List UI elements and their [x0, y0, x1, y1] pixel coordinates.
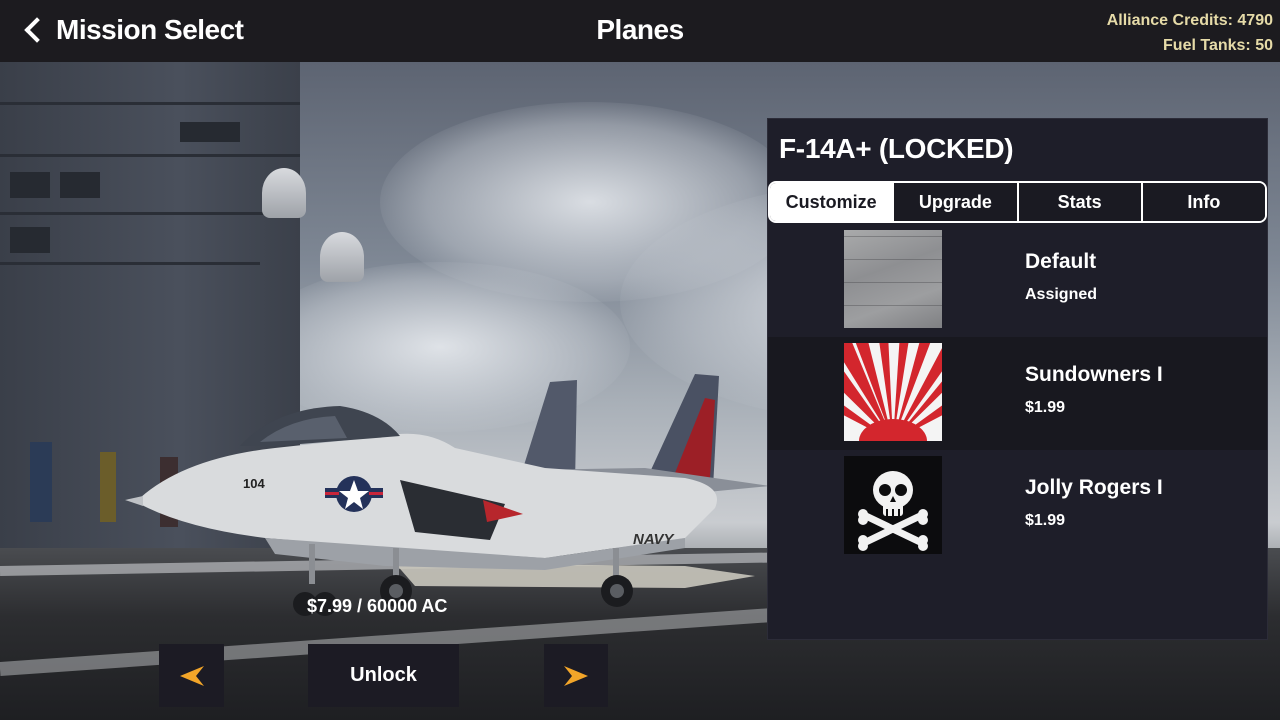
- tab-upgrade[interactable]: Upgrade: [894, 183, 1019, 221]
- skull-crossbones-icon: [844, 456, 942, 554]
- radome: [262, 168, 306, 218]
- skin-row-jolly-rogers[interactable]: Jolly Rogers I $1.99: [768, 450, 1267, 563]
- arrow-left-icon: [179, 665, 204, 686]
- plane-name-title: F-14A+ (LOCKED): [779, 133, 1014, 164]
- chevron-left-icon: [24, 17, 50, 43]
- fuel-tanks: Fuel Tanks: 50: [1163, 37, 1273, 54]
- skin-status: Assigned: [1025, 286, 1098, 303]
- skin-row-sundowners[interactable]: Sundowners I $1.99: [768, 337, 1267, 450]
- bare-metal-texture-icon: [844, 230, 942, 328]
- skin-price: $1.99: [1025, 399, 1066, 416]
- next-plane-button[interactable]: [544, 644, 608, 707]
- top-bar: Mission Select Planes Alliance Credits: …: [0, 0, 1280, 62]
- tab-info[interactable]: Info: [1142, 183, 1265, 221]
- f14-jet-illustration: 104 NAVY: [125, 374, 770, 616]
- currency-display: Alliance Credits: 4790 Fuel Tanks: 50: [1107, 8, 1273, 58]
- panel-tabs: Customize Upgrade Stats Info: [768, 181, 1267, 223]
- rising-sun-icon: [844, 343, 942, 441]
- unlock-button[interactable]: Unlock: [308, 644, 459, 707]
- skin-row-default[interactable]: Default Assigned: [768, 224, 1267, 337]
- plane-detail-panel: F-14A+ (LOCKED) Customize Upgrade Stats …: [767, 118, 1268, 640]
- plane-price: $7.99 / 60000 AC: [307, 596, 448, 616]
- previous-plane-button[interactable]: [159, 644, 224, 707]
- skin-name: Default: [1025, 250, 1097, 273]
- arrow-right-icon: [564, 665, 588, 686]
- back-button-label: Mission Select: [56, 14, 244, 45]
- skin-name: Sundowners I: [1025, 363, 1163, 386]
- tab-stats[interactable]: Stats: [1018, 183, 1143, 221]
- navy-marking: NAVY: [633, 531, 676, 548]
- back-to-mission-select-button[interactable]: Mission Select: [20, 10, 244, 50]
- skin-price: $1.99: [1025, 512, 1066, 529]
- alliance-credits: Alliance Credits: 4790: [1106, 12, 1273, 29]
- skull-crossbones-graphic: [844, 456, 942, 554]
- tail-number: 104: [243, 476, 265, 491]
- radome: [320, 232, 364, 282]
- tab-customize[interactable]: Customize: [770, 183, 895, 221]
- rising-sun-graphic: [844, 343, 942, 441]
- skin-name: Jolly Rogers I: [1025, 476, 1163, 499]
